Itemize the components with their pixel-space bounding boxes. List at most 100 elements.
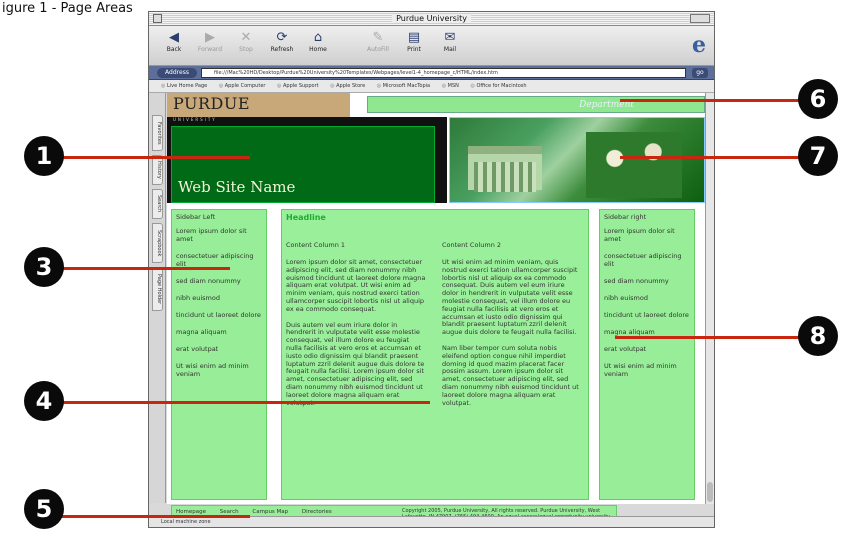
headline: Headline (286, 213, 326, 222)
callout-marker-6: 6 (798, 79, 838, 119)
header-photo (449, 117, 705, 203)
favorite-link[interactable]: Apple Support (277, 83, 319, 89)
sidebar-left-link[interactable]: Lorem ipsum dolor sit amet (176, 227, 262, 243)
footer-link[interactable]: Campus Map (252, 509, 288, 515)
callout-marker-1: 1 (24, 136, 64, 176)
print-button-label: Print (407, 46, 421, 53)
favorite-link[interactable]: Live Home Page (161, 83, 207, 89)
favorite-link[interactable]: Microsoft MacTopia (377, 83, 430, 89)
students-image (586, 132, 682, 198)
favorite-link[interactable]: MSN (442, 83, 459, 89)
footer-link[interactable]: Directories (302, 509, 332, 515)
callout-marker-5: 5 (24, 489, 64, 529)
stop-icon: ✕ (240, 30, 252, 45)
university-text: UNIVERSITY (173, 117, 217, 122)
autofill-button[interactable]: ✎ AutoFill (361, 29, 395, 53)
window-controls-icon[interactable] (690, 14, 710, 23)
sidebar-right-link[interactable]: nibh euismod (604, 294, 690, 302)
content-column-2: Content Column 2 Ut wisi enim ad minim v… (442, 241, 582, 415)
sidebar-left-title: Sidebar Left (176, 213, 216, 221)
sidebar-left: Sidebar Left Lorem ipsum dolor sit amet … (171, 209, 267, 500)
callout-line-8 (615, 336, 810, 339)
web-page-content: PURDUE Department UNIVERSITY Web Site Na… (167, 93, 705, 525)
back-arrow-icon: ◀ (169, 30, 179, 45)
sidebar-right-link[interactable]: magna aliquam (604, 328, 690, 336)
print-button[interactable]: ▤ Print (397, 29, 431, 53)
callout-line-5 (60, 515, 250, 518)
home-icon: ⌂ (313, 30, 323, 45)
callout-marker-7: 7 (798, 136, 838, 176)
sidebar-right-link[interactable]: tincidunt ut laoreet dolore (604, 311, 690, 319)
explorer-tab-history[interactable]: History (152, 155, 163, 185)
mail-button[interactable]: ✉ Mail (433, 29, 467, 53)
refresh-button[interactable]: ⟳ Refresh (265, 29, 299, 53)
home-button-label: Home (309, 46, 327, 53)
explorer-tab-page-holder[interactable]: Page Holder (152, 267, 163, 311)
go-button[interactable]: go (692, 68, 708, 78)
vertical-scrollbar[interactable] (705, 93, 714, 504)
site-name[interactable]: Web Site Name (178, 178, 295, 196)
sidebar-left-link[interactable]: tincidunt ut laoreet dolore (176, 311, 262, 319)
callout-line-7 (620, 156, 810, 159)
sidebar-left-link[interactable]: nibh euismod (176, 294, 262, 302)
purdue-wordmark[interactable]: PURDUE (173, 94, 250, 113)
stop-button[interactable]: ✕ Stop (229, 29, 263, 53)
window-title: Purdue University (392, 14, 471, 23)
content-paragraph: Ut wisi enim ad minim veniam, quis nostr… (442, 258, 578, 337)
sidebar-right-title: Sidebar right (604, 213, 647, 221)
main-content: Headline Content Column 1 Lorem ipsum do… (281, 209, 589, 500)
callout-line-6 (620, 99, 810, 102)
content-paragraph: Duis autem vel eum iriure dolor in hendr… (286, 320, 425, 407)
explorer-bar: Favorites History Search Scrapbook Page … (149, 93, 166, 503)
refresh-button-label: Refresh (270, 46, 294, 53)
sidebar-right: Sidebar right Lorem ipsum dolor sit amet… (599, 209, 695, 500)
callout-marker-3: 3 (24, 247, 64, 287)
favorite-link[interactable]: Apple Computer (219, 83, 266, 89)
sidebar-right-link[interactable]: erat volutpat (604, 345, 690, 353)
back-button-label: Back (166, 46, 182, 53)
sidebar-right-link[interactable]: Ut wisi enim ad minim veniam (604, 362, 690, 378)
sidebar-right-link[interactable]: Lorem ipsum dolor sit amet (604, 227, 690, 243)
callout-line-3 (60, 267, 230, 270)
close-box-icon[interactable] (153, 14, 162, 23)
favorite-link[interactable]: Office for Macintosh (470, 83, 526, 89)
favorite-link[interactable]: Apple Store (330, 83, 365, 89)
browser-toolbar: ◀ Back ▶ Forward ✕ Stop ⟳ Refresh ⌂ Home ✎ Aut… (149, 26, 714, 66)
address-input[interactable]: file:///Mac%20HD/Desktop/Purdue%20Univer… (201, 68, 686, 78)
sidebar-left-link[interactable]: Ut wisi enim ad minim veniam (176, 362, 262, 378)
content-column-2-title: Content Column 2 (442, 241, 502, 249)
callout-marker-8: 8 (798, 316, 838, 356)
favorites-bar: Live Home Page Apple Computer Apple Supp… (149, 80, 714, 93)
forward-button-label: Forward (197, 46, 223, 53)
autofill-icon: ✎ (372, 30, 384, 45)
address-bar: Address file:///Mac%20HD/Desktop/Purdue%… (149, 66, 714, 80)
callout-marker-4: 4 (24, 381, 64, 421)
sidebar-left-link[interactable]: consectetuer adipiscing elit (176, 252, 262, 268)
mail-icon: ✉ (444, 30, 456, 45)
forward-button[interactable]: ▶ Forward (193, 29, 227, 53)
home-button[interactable]: ⌂ Home (301, 29, 335, 53)
address-label: Address (157, 68, 197, 78)
refresh-icon: ⟳ (276, 30, 288, 45)
browser-window: Purdue University ◀ Back ▶ Forward ✕ Stop ⟳… (148, 11, 715, 528)
sidebar-right-link[interactable]: sed diam nonummy (604, 277, 690, 285)
purdue-header: PURDUE (167, 93, 350, 117)
explorer-tab-favorites[interactable]: Favorites (152, 115, 163, 151)
sidebar-right-link[interactable]: consectetuer adipiscing elit (604, 252, 690, 268)
content-paragraph: Lorem ipsum dolor sit amet, consectetuer… (286, 258, 426, 313)
stop-button-label: Stop (239, 46, 253, 53)
sidebar-left-link[interactable]: magna aliquam (176, 328, 262, 336)
back-button[interactable]: ◀ Back (157, 29, 191, 53)
mail-button-label: Mail (443, 46, 457, 53)
window-titlebar[interactable]: Purdue University (149, 12, 714, 26)
explorer-tab-scrapbook[interactable]: Scrapbook (152, 223, 163, 263)
content-column-1: Content Column 1 Lorem ipsum dolor sit a… (286, 241, 426, 415)
ie-logo-icon: e (692, 32, 706, 58)
sidebar-left-link[interactable]: sed diam nonummy (176, 277, 262, 285)
forward-arrow-icon: ▶ (205, 30, 215, 45)
sidebar-left-link[interactable]: erat volutpat (176, 345, 262, 353)
content-column-1-title: Content Column 1 (286, 241, 346, 249)
callout-line-1 (60, 156, 250, 159)
content-paragraph: Nam liber tempor cum soluta nobis eleife… (442, 343, 579, 407)
explorer-tab-search[interactable]: Search (152, 189, 163, 219)
